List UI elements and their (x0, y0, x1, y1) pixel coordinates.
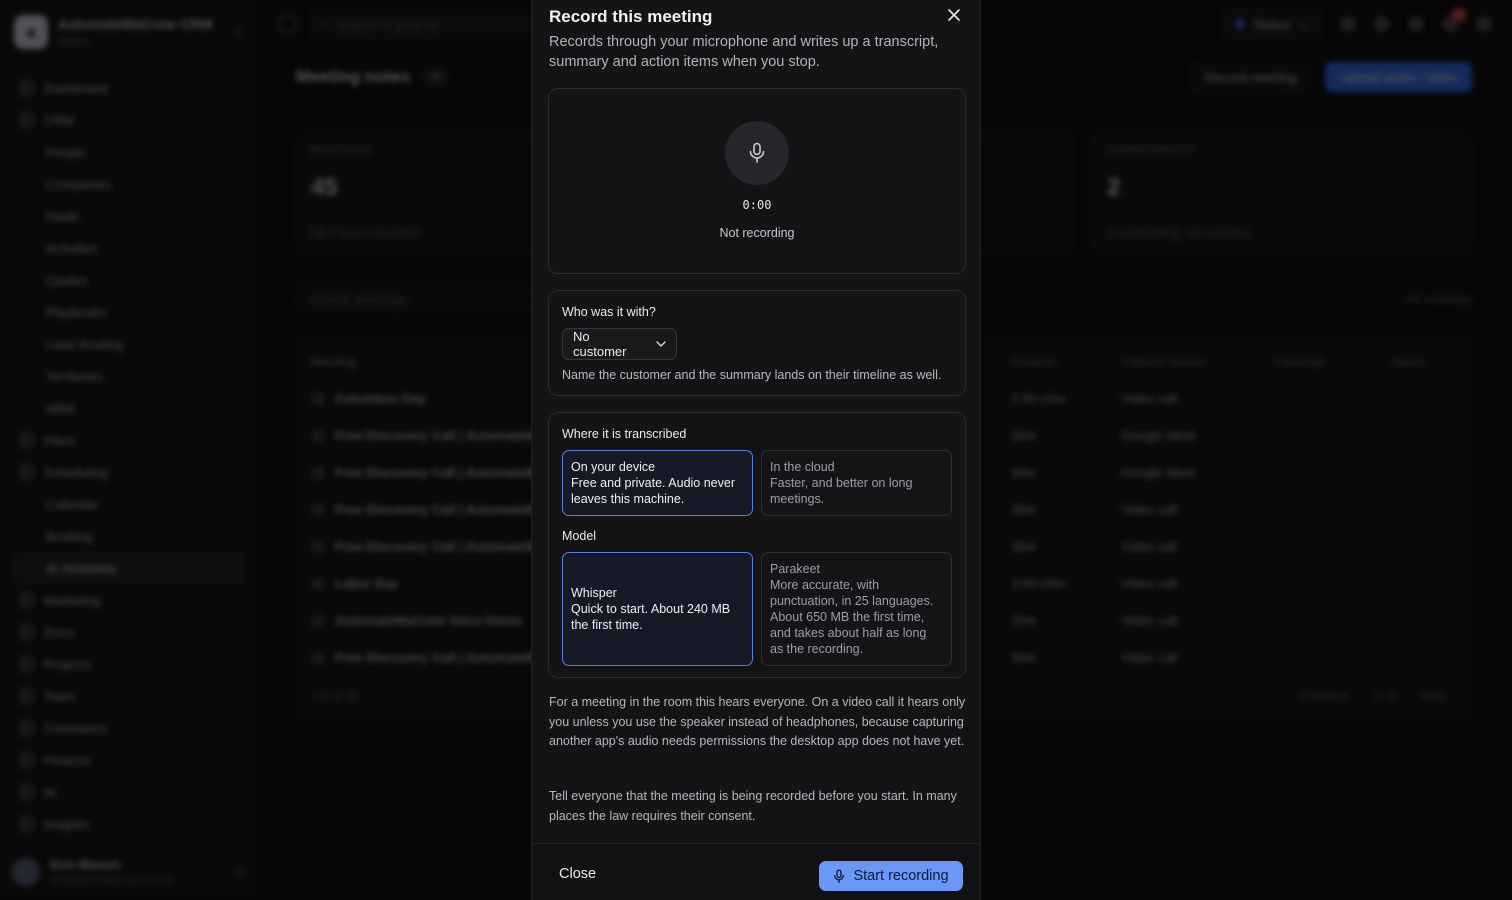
customer-section: Who was it with? No customer Name the cu… (548, 290, 966, 396)
option-description: Quick to start. About 240 MB the first t… (571, 602, 731, 632)
customer-select-value: No customer (573, 329, 627, 359)
chevron-down-icon (656, 341, 666, 347)
option-title: In the cloud (770, 460, 835, 474)
customer-select[interactable]: No customer (562, 328, 677, 360)
recording-panel: 0:00 Not recording (548, 88, 966, 274)
dialog-title: Record this meeting (549, 7, 713, 26)
option-on-device[interactable]: On your device Free and private. Audio n… (562, 450, 753, 516)
recording-status: Not recording (719, 226, 795, 240)
option-title: Parakeet (770, 562, 821, 576)
option-model-parakeet[interactable]: Parakeet More accurate, with punctuation… (761, 552, 952, 666)
microphone-icon (834, 868, 845, 883)
transcription-label: Where it is transcribed (562, 427, 687, 441)
audio-capture-note: For a meeting in the room this hears eve… (549, 695, 966, 748)
close-button[interactable]: Close (549, 860, 606, 888)
model-label: Model (562, 529, 597, 543)
option-in-cloud[interactable]: In the cloud Faster, and better on long … (761, 450, 952, 516)
start-recording-button[interactable]: Start recording (819, 861, 963, 891)
customer-hint: Name the customer and the summary lands … (562, 368, 942, 382)
option-description: Faster, and better on long meetings. (770, 476, 913, 506)
option-description: More accurate, with punctuation, in 25 l… (770, 578, 934, 656)
dialog-description: Records through your microphone and writ… (549, 34, 939, 70)
customer-label: Who was it with? (562, 305, 656, 319)
close-icon[interactable] (942, 5, 966, 25)
dialog-footer: Close Start recording (532, 843, 980, 900)
option-description: Free and private. Audio never leaves thi… (571, 476, 735, 506)
option-title: Whisper (571, 586, 617, 600)
transcription-section: Where it is transcribed On your device F… (548, 412, 966, 678)
start-recording-label: Start recording (853, 868, 949, 884)
microphone-icon (725, 121, 789, 185)
option-title: On your device (571, 460, 656, 474)
consent-note: Tell everyone that the meeting is being … (549, 789, 957, 823)
recording-timer: 0:00 (742, 198, 772, 212)
option-model-whisper[interactable]: Whisper Quick to start. About 240 MB the… (562, 552, 753, 666)
record-meeting-dialog: Record this meeting Records through your… (531, 0, 981, 900)
